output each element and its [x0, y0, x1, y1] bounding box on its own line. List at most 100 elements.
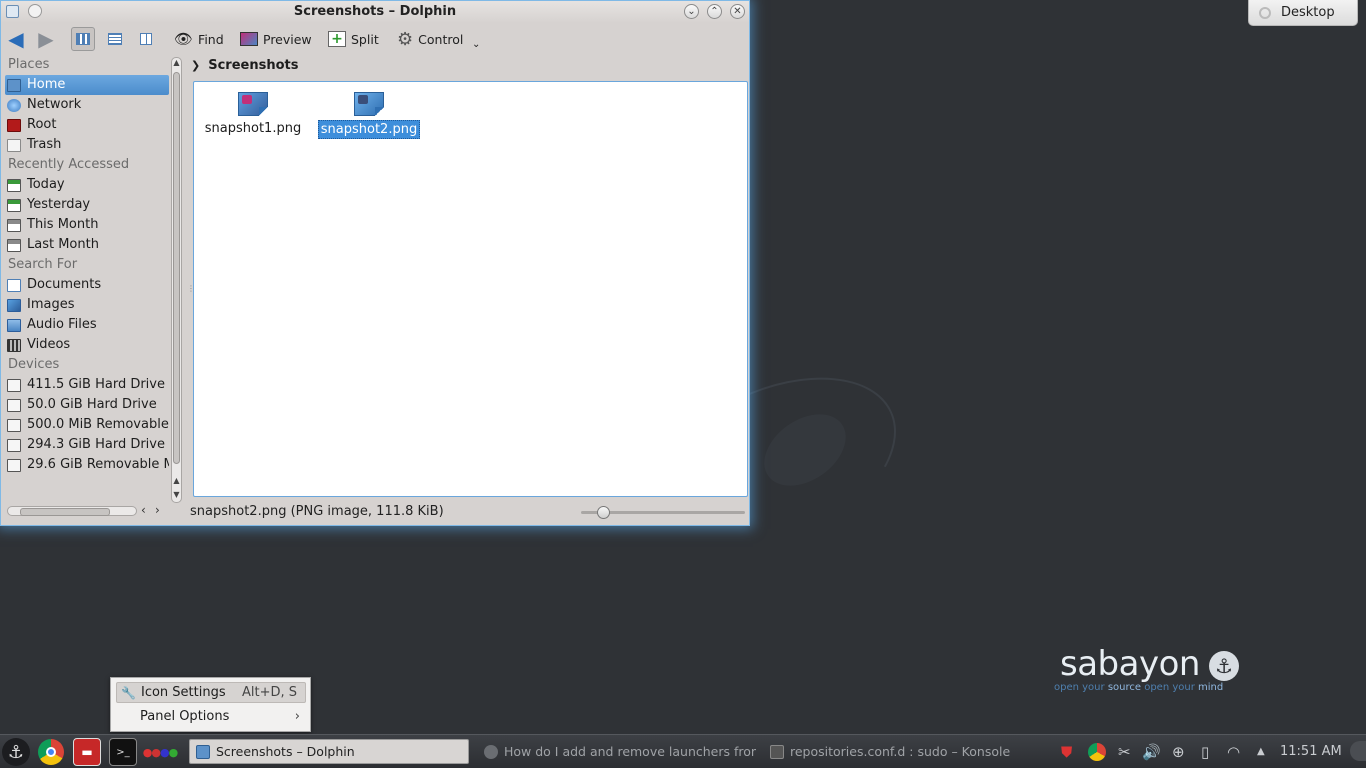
pager-widget[interactable]: ●●●● — [143, 738, 178, 766]
calendar-today-icon — [7, 178, 21, 192]
scroll-up-icon-2[interactable]: ▲ — [172, 476, 181, 485]
places-item[interactable]: Root — [5, 115, 169, 135]
places-hscroll-track[interactable] — [7, 506, 137, 516]
menu-item-panel-options[interactable]: Panel Options › — [116, 706, 306, 727]
volume-icon[interactable]: 🔊 — [1142, 743, 1161, 761]
terminal-icon: >_ — [116, 746, 130, 758]
maximize-button[interactable]: ⌃ — [707, 4, 722, 19]
hard-drive-icon — [7, 378, 21, 392]
file-item[interactable]: snapshot1.png — [198, 92, 308, 137]
chrome-launcher[interactable] — [37, 738, 65, 766]
network-icon — [7, 98, 21, 112]
videos-icon — [7, 338, 21, 352]
tray-expand-icon[interactable]: ▲ — [1257, 746, 1265, 757]
images-icon — [7, 298, 21, 312]
device-notifier-icon[interactable]: ▯ — [1201, 743, 1209, 761]
details-view-button[interactable] — [103, 27, 127, 51]
places-list: Places Home Network Root Trash Recently Acces… — [5, 55, 169, 505]
split-label: Split — [351, 31, 379, 47]
places-item-label: Root — [27, 117, 57, 132]
places-section-header: Recently Accessed — [8, 157, 130, 172]
terminal-launcher[interactable]: >_ — [109, 738, 137, 766]
icons-view-button[interactable] — [71, 27, 95, 51]
control-button[interactable]: ⚙ Control — [397, 26, 463, 52]
places-item[interactable]: Videos — [5, 335, 169, 355]
file-name: snapshot1.png — [204, 121, 302, 136]
places-item[interactable]: 411.5 GiB Hard Drive — [5, 375, 169, 395]
places-horizontal-scrollbar[interactable]: ‹ › — [7, 503, 167, 517]
split-view-icon: + — [328, 31, 346, 47]
zoom-slider-knob[interactable] — [597, 506, 610, 519]
places-item[interactable]: Documents — [5, 275, 169, 295]
wifi-icon[interactable]: ◠ — [1227, 743, 1240, 761]
system-tool-launcher[interactable]: ▬ — [73, 738, 101, 766]
places-item[interactable]: Trash — [5, 135, 169, 155]
root-folder-icon — [7, 118, 21, 132]
sabayon-tagline: open your source open your mind — [1054, 682, 1224, 693]
scroll-down-icon[interactable]: ▼ — [172, 490, 181, 499]
places-item[interactable]: Network — [5, 95, 169, 115]
find-button[interactable]: 👁 Find — [174, 26, 224, 52]
split-button[interactable]: + Split — [328, 26, 379, 52]
minimize-button[interactable]: ⌄ — [684, 4, 699, 19]
preview-button[interactable]: Preview — [240, 26, 312, 52]
audio-icon — [7, 318, 21, 332]
columns-view-icon — [140, 33, 152, 45]
scroll-up-icon[interactable]: ▲ — [172, 58, 181, 67]
dolphin-window: Screenshots – Dolphin ⌄ ⌃ ✕ ◀ ▶ 👁 Find P… — [0, 0, 750, 526]
title-bar[interactable]: Screenshots – Dolphin ⌄ ⌃ ✕ — [1, 1, 749, 23]
chevron-down-icon: ⌄ — [472, 38, 481, 50]
places-item[interactable]: 294.3 GiB Hard Drive — [5, 435, 169, 455]
places-item[interactable]: 500.0 MiB Removable — [5, 415, 169, 435]
panel-toolbox-icon[interactable] — [1350, 741, 1366, 761]
places-item-label: Audio Files — [27, 317, 97, 332]
places-item-label: Documents — [27, 277, 102, 292]
places-item[interactable]: Images — [5, 295, 169, 315]
places-item[interactable]: 50.0 GiB Hard Drive — [5, 395, 169, 415]
toolbox-icon: ▬ — [81, 745, 93, 759]
menu-item-icon-settings[interactable]: 🔧 Icon Settings Alt+D, S — [116, 682, 306, 703]
documents-icon — [7, 278, 21, 292]
task-label: Screenshots – Dolphin — [216, 744, 355, 759]
task-browser[interactable]: How do I add and remove launchers from t… — [478, 739, 756, 764]
file-item-selected[interactable]: snapshot2.png — [314, 92, 424, 139]
network-icon[interactable]: ⊕ — [1172, 743, 1185, 761]
chrome-tray-icon[interactable] — [1088, 743, 1106, 761]
forward-button[interactable]: ▶ — [35, 29, 57, 49]
sabayon-branding: sabayon ⚓ open your source open your min… — [1052, 644, 1252, 694]
places-scroll-thumb[interactable] — [173, 72, 180, 464]
places-item[interactable]: Yesterday — [5, 195, 169, 215]
close-button[interactable]: ✕ — [730, 4, 745, 19]
task-label: repositories.conf.d : sudo – Konsole — [790, 744, 1011, 759]
columns-view-button[interactable] — [134, 27, 158, 51]
calendar-yesterday-icon — [7, 198, 21, 212]
desktop-button[interactable]: Desktop — [1248, 0, 1358, 26]
chevron-right-icon[interactable]: ❯ — [191, 59, 200, 72]
places-item[interactable]: Home — [5, 75, 169, 95]
places-item[interactable]: This Month — [5, 215, 169, 235]
places-item[interactable]: Today — [5, 175, 169, 195]
places-item[interactable]: Last Month — [5, 235, 169, 255]
zoom-slider[interactable] — [581, 506, 745, 519]
scroll-right-icon[interactable]: › — [155, 503, 160, 517]
back-button[interactable]: ◀ — [5, 29, 27, 49]
task-konsole[interactable]: repositories.conf.d : sudo – Konsole — [764, 739, 1044, 764]
task-dolphin[interactable]: Screenshots – Dolphin — [189, 739, 469, 764]
security-shield-icon[interactable]: ⛊ — [1061, 743, 1072, 761]
more-actions-button[interactable]: ⌄ — [472, 31, 480, 57]
control-label: Control — [418, 31, 464, 47]
scissors-icon[interactable]: ✂ — [1118, 743, 1131, 761]
breadcrumb[interactable]: ❯ Screenshots — [191, 56, 298, 74]
scroll-left-icon[interactable]: ‹ — [141, 503, 146, 517]
wrench-icon: 🔧 — [121, 685, 136, 700]
places-item-label: Network — [27, 97, 82, 112]
application-launcher-button[interactable]: ⚓ — [2, 738, 30, 766]
places-item[interactable]: 29.6 GiB Removable M — [5, 455, 169, 475]
places-vertical-scrollbar[interactable]: ▲ ▲ ▼ — [171, 57, 182, 503]
places-hscroll-thumb[interactable] — [20, 508, 110, 516]
file-view[interactable]: snapshot1.png snapshot2.png — [193, 81, 748, 497]
places-item[interactable]: Audio Files — [5, 315, 169, 335]
clock[interactable]: 11:51 AM — [1280, 744, 1342, 759]
breadcrumb-current[interactable]: Screenshots — [208, 58, 298, 73]
places-item-label: 411.5 GiB Hard Drive — [27, 377, 165, 392]
